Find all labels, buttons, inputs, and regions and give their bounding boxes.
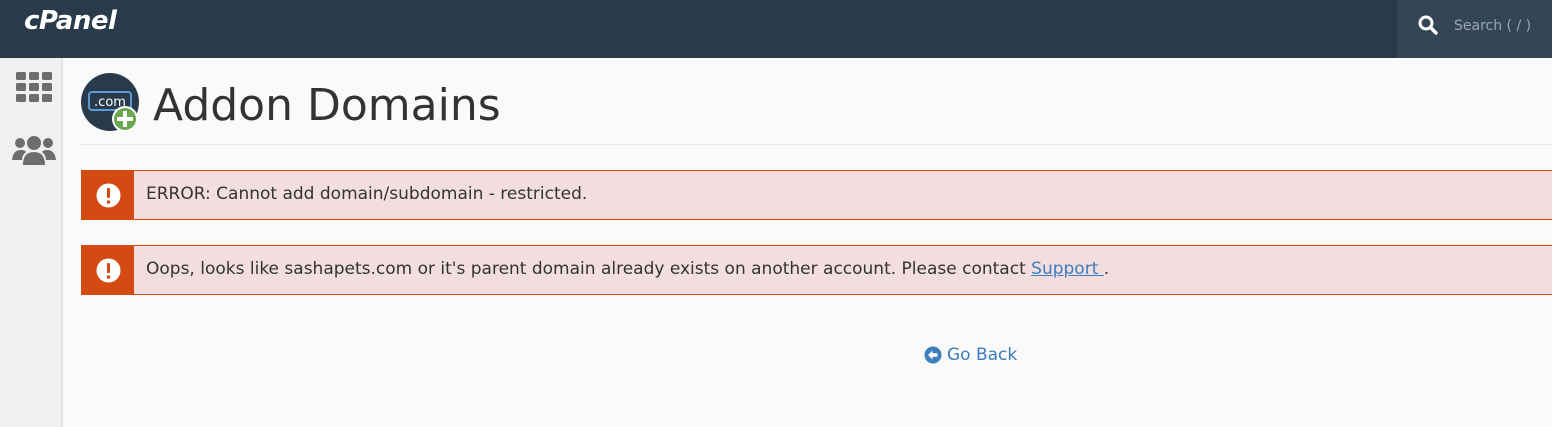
- go-back-link[interactable]: Go Back: [924, 344, 1017, 366]
- alert-icon-bar: [82, 171, 134, 219]
- support-link[interactable]: Support: [1031, 259, 1104, 279]
- exclamation-icon: [96, 258, 121, 283]
- grid-apps-icon[interactable]: [16, 72, 53, 104]
- search-input[interactable]: Search ( / ): [1454, 18, 1531, 34]
- error-alert: Oops, looks like sashapets.com or it's p…: [81, 245, 1552, 295]
- search-icon: [1418, 15, 1438, 35]
- left-sidebar: [0, 58, 62, 427]
- alert-message: ERROR: Cannot add domain/subdomain - res…: [146, 184, 588, 204]
- top-navbar: cPanel Search ( / ): [0, 0, 1552, 58]
- error-alert: ERROR: Cannot add domain/subdomain - res…: [81, 170, 1552, 220]
- page-title: Addon Domains: [153, 80, 501, 131]
- cpanel-logo[interactable]: cPanel: [24, 6, 117, 36]
- addon-domain-icon: .com: [81, 73, 139, 132]
- alert-icon-bar: [82, 246, 134, 294]
- alert-message-text: Oops, looks like sashapets.com or it's p…: [146, 259, 1032, 279]
- search-box[interactable]: Search ( / ): [1397, 0, 1552, 58]
- alert-message: Oops, looks like sashapets.com or it's p…: [146, 259, 1109, 279]
- alert-message-end: .: [1103, 259, 1110, 279]
- users-icon[interactable]: [11, 134, 57, 166]
- exclamation-icon: [96, 183, 121, 208]
- go-back-label[interactable]: Go Back: [947, 345, 1017, 365]
- arrow-circle-left-icon: [924, 346, 942, 364]
- title-divider: [80, 144, 1552, 145]
